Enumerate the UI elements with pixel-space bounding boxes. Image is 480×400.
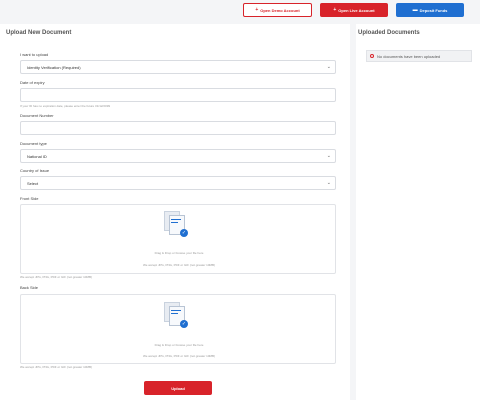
no-documents-notice: No documents have been uploaded <box>366 50 472 62</box>
deposit-funds-button[interactable]: ▬ Deposit Funds <box>396 3 464 17</box>
uploaded-documents-title: Uploaded Documents <box>358 30 420 36</box>
dropzone-text: Drag & Drop or browse your file here <box>154 343 204 347</box>
open-demo-account-label: Open Demo Account <box>260 7 300 13</box>
expiry-hint: If your ID has no expiration date, pleas… <box>20 104 111 108</box>
document-upload-icon: ✓ <box>164 211 188 237</box>
front-accept-hint: We accept JPG, PNG, PDF or GIF (not grea… <box>20 275 92 279</box>
plus-icon: + <box>255 7 259 13</box>
uploaded-documents-panel: Uploaded Documents No documents have bee… <box>356 24 480 400</box>
document-number-label: Document Number <box>20 113 54 118</box>
no-documents-text: No documents have been uploaded <box>377 53 441 59</box>
wallet-icon: ▬ <box>412 7 418 13</box>
chevron-down-icon: ⌄ <box>326 180 331 186</box>
upload-button[interactable]: Upload <box>144 381 212 395</box>
document-type-label: Document type <box>20 141 47 146</box>
want-label: I want to upload <box>20 52 49 57</box>
front-side-dropzone[interactable]: ✓ Drag & Drop or browse your file here W… <box>20 204 336 274</box>
dropzone-subtext: We accept JPG, PNG, PDF or GIF (not grea… <box>143 263 215 267</box>
document-purpose-value: Identity Verification (Required) <box>27 64 81 70</box>
open-live-account-label: Open Live Account <box>338 7 375 13</box>
document-upload-icon: ✓ <box>164 302 188 328</box>
chevron-down-icon: ⌄ <box>326 153 331 159</box>
chevron-down-icon: ⌄ <box>326 64 331 70</box>
upload-title: Upload New Document <box>6 30 72 36</box>
back-side-label: Back Side <box>20 285 39 290</box>
expiry-date-field[interactable] <box>20 88 336 102</box>
country-label: Country of Issue <box>20 168 50 173</box>
back-side-dropzone[interactable]: ✓ Drag & Drop or browse your file here W… <box>20 294 336 364</box>
top-action-bar: + Open Demo Account + Open Live Account … <box>0 0 480 22</box>
front-side-label: Front Side <box>20 196 39 201</box>
plus-icon: + <box>333 7 337 13</box>
back-accept-hint: We accept JPG, PNG, PDF or GIF (not grea… <box>20 365 92 369</box>
dropzone-subtext: We accept JPG, PNG, PDF or GIF (not grea… <box>143 354 215 358</box>
dropzone-text: Drag & Drop or browse your file here <box>154 251 204 255</box>
info-circle-icon <box>370 54 374 58</box>
open-live-account-button[interactable]: + Open Live Account <box>320 3 388 17</box>
upload-form-panel: Upload New Document I want to upload Ide… <box>0 24 350 400</box>
open-demo-account-button[interactable]: + Open Demo Account <box>243 3 312 17</box>
document-type-value: National ID <box>27 153 47 159</box>
deposit-funds-label: Deposit Funds <box>419 7 448 13</box>
document-number-field[interactable] <box>20 121 336 135</box>
expiry-label: Date of expiry <box>20 80 45 85</box>
document-type-select[interactable]: National ID ⌄ <box>20 149 336 163</box>
document-purpose-select[interactable]: Identity Verification (Required) ⌄ <box>20 60 336 74</box>
country-value: Select <box>27 180 39 186</box>
country-select[interactable]: Select ⌄ <box>20 176 336 190</box>
